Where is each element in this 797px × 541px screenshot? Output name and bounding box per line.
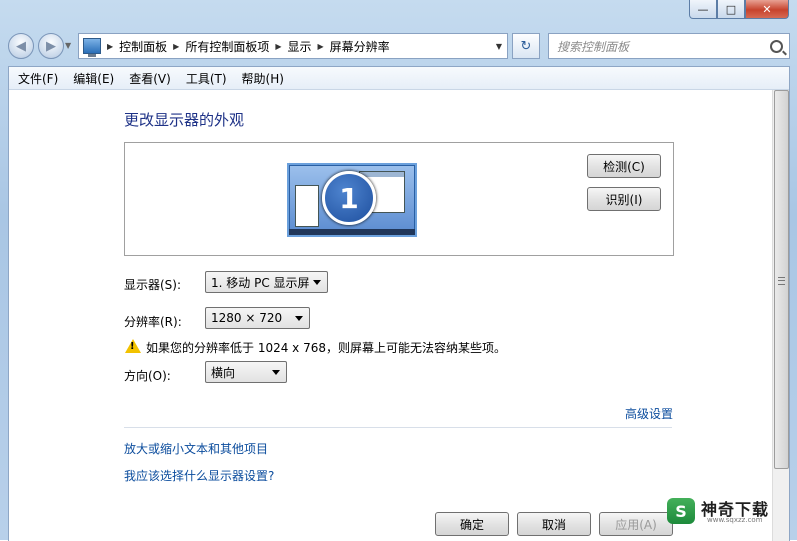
- breadcrumb-control-panel[interactable]: 控制面板: [119, 38, 167, 55]
- orientation-select[interactable]: 横向: [205, 361, 287, 383]
- menu-edit[interactable]: 编辑(E): [73, 70, 114, 87]
- search-placeholder: 搜索控制面板: [557, 39, 630, 54]
- close-button[interactable]: ✕: [745, 0, 789, 19]
- maximize-button[interactable]: □: [717, 0, 745, 19]
- page-title: 更改显示器的外观: [124, 111, 245, 129]
- breadcrumb-all-items[interactable]: 所有控制面板项: [185, 38, 269, 55]
- text-size-link[interactable]: 放大或缩小文本和其他项目: [124, 440, 268, 457]
- chevron-down-icon: [313, 279, 321, 285]
- monitor-thumbnail-taskbar: [289, 229, 415, 235]
- display-select-value: 1. 移动 PC 显示屏: [211, 275, 310, 290]
- orientation-label: 方向(O):: [124, 369, 171, 383]
- chevron-down-icon: [272, 369, 280, 375]
- chevron-down-icon[interactable]: ▼: [491, 42, 507, 51]
- chevron-right-icon[interactable]: ▶: [107, 42, 113, 51]
- menu-view[interactable]: 查看(V): [129, 70, 171, 87]
- content-area: 文件(F) 编辑(E) 查看(V) 工具(T) 帮助(H) 更改显示器的外观 1…: [8, 66, 790, 541]
- apply-button[interactable]: 应用(A): [599, 512, 673, 536]
- menu-tools[interactable]: 工具(T): [186, 70, 227, 87]
- monitor-number-badge: 1: [322, 171, 376, 225]
- caption-buttons: — □ ✕: [689, 0, 789, 19]
- scrollbar-thumb[interactable]: [774, 90, 789, 469]
- chevron-right-icon[interactable]: ▶: [275, 42, 281, 51]
- grip-icon: [778, 277, 785, 285]
- warning-mark: !: [130, 341, 135, 352]
- search-icon[interactable]: [770, 39, 783, 53]
- control-panel-icon: [83, 38, 101, 57]
- chevron-right-icon[interactable]: ▶: [318, 42, 324, 51]
- address-bar[interactable]: ▶ 控制面板 ▶ 所有控制面板项 ▶ 显示 ▶ 屏幕分辨率 ▼: [78, 33, 508, 59]
- resolution-warning-text: 如果您的分辨率低于 1024 x 768，则屏幕上可能无法容纳某些项。: [146, 341, 506, 355]
- breadcrumb-screen-resolution[interactable]: 屏幕分辨率: [330, 38, 390, 55]
- resolution-label: 分辨率(R):: [124, 315, 182, 329]
- breadcrumb-display[interactable]: 显示: [288, 38, 312, 55]
- minimize-button[interactable]: —: [689, 0, 717, 19]
- ok-button[interactable]: 确定: [435, 512, 509, 536]
- monitor-1-thumbnail[interactable]: 1: [287, 163, 417, 237]
- display-select[interactable]: 1. 移动 PC 显示屏: [205, 271, 328, 293]
- back-button[interactable]: ◀: [8, 33, 34, 59]
- menu-bar: 文件(F) 编辑(E) 查看(V) 工具(T) 帮助(H): [9, 67, 789, 90]
- display-label: 显示器(S):: [124, 278, 182, 292]
- menu-help[interactable]: 帮助(H): [242, 70, 284, 87]
- watermark-logo-icon: S: [667, 498, 695, 524]
- resolution-select-value: 1280 × 720: [211, 311, 283, 325]
- chevron-down-icon: [295, 315, 303, 321]
- window-frame: — □ ✕ ◀ ▶ ▼ ▶ 控制面板 ▶ 所有控制面板项 ▶ 显示 ▶ 屏幕分辨…: [0, 0, 797, 541]
- advanced-settings-link[interactable]: 高级设置: [625, 405, 673, 422]
- navigation-bar: ◀ ▶ ▼ ▶ 控制面板 ▶ 所有控制面板项 ▶ 显示 ▶ 屏幕分辨率 ▼ ↻ …: [8, 33, 790, 59]
- divider: [124, 427, 672, 428]
- forward-button[interactable]: ▶: [38, 33, 64, 59]
- orientation-select-value: 横向: [211, 365, 236, 380]
- search-input[interactable]: 搜索控制面板: [548, 33, 790, 59]
- chevron-right-icon[interactable]: ▶: [173, 42, 179, 51]
- display-preview-panel: 1 检测(C) 识别(I): [124, 142, 674, 256]
- watermark: S 神奇下载 www.sqxzz.com: [667, 494, 787, 530]
- monitor-thumbnail-window: [295, 185, 319, 227]
- display-settings-help-link[interactable]: 我应该选择什么显示器设置?: [124, 467, 274, 484]
- resolution-select[interactable]: 1280 × 720: [205, 307, 310, 329]
- identify-button[interactable]: 识别(I): [587, 187, 661, 211]
- watermark-url: www.sqxzz.com: [707, 516, 763, 524]
- refresh-button[interactable]: ↻: [512, 33, 540, 59]
- detect-button[interactable]: 检测(C): [587, 154, 661, 178]
- vertical-scrollbar[interactable]: [772, 90, 789, 541]
- cancel-button[interactable]: 取消: [517, 512, 591, 536]
- menu-file[interactable]: 文件(F): [18, 70, 58, 87]
- history-dropdown-icon[interactable]: ▼: [65, 41, 71, 50]
